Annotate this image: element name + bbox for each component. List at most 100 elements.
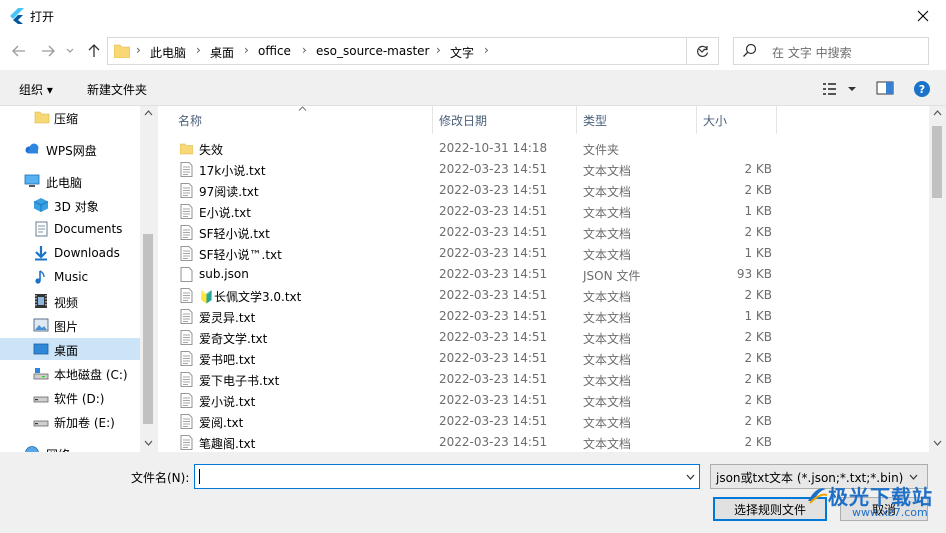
file-name: 97阅读.txt — [199, 185, 259, 199]
nav-item-network[interactable]: 网络 — [0, 442, 140, 452]
nav-item-wps-cloud[interactable]: WPS网盘 — [0, 138, 140, 160]
nav-item-desktop[interactable]: 桌面 — [0, 338, 140, 360]
nav-item-3d-objects[interactable]: 3D 对象 — [0, 194, 140, 216]
text-file-icon — [180, 162, 193, 177]
nav-item-videos[interactable]: 视频 — [0, 290, 140, 312]
list-item[interactable]: 97阅读.txt 2022-03-23 14:51 文本文档 2 KB — [172, 180, 772, 201]
arrow-left-icon — [12, 45, 25, 57]
column-header-name[interactable]: 名称 — [178, 112, 202, 129]
file-date: 2022-10-31 14:18 — [439, 141, 548, 155]
list-item[interactable]: 17k小说.txt 2022-03-23 14:51 文本文档 2 KB — [172, 159, 772, 180]
recent-locations-button[interactable] — [60, 41, 80, 61]
up-button[interactable] — [84, 41, 104, 61]
file-date: 2022-03-23 14:51 — [439, 183, 548, 197]
file-date: 2022-03-23 14:51 — [439, 330, 548, 344]
scroll-down-icon[interactable] — [144, 440, 153, 446]
view-options-icon[interactable] — [822, 80, 858, 98]
scroll-up-icon[interactable] — [933, 110, 942, 116]
preview-pane-icon[interactable] — [876, 80, 894, 96]
list-item[interactable]: 爱奇文学.txt 2022-03-23 14:51 文本文档 2 KB — [172, 327, 772, 348]
nav-item-drive-d[interactable]: 软件 (D:) — [0, 386, 140, 408]
watermark-logo-icon — [808, 488, 828, 504]
list-item[interactable]: sub.json 2022-03-23 14:51 JSON 文件 93 KB — [172, 264, 772, 285]
list-item[interactable]: 爱灵异.txt 2022-03-23 14:51 文本文档 1 KB — [172, 306, 772, 327]
file-icon — [180, 267, 193, 282]
downloads-icon — [35, 246, 47, 261]
back-button[interactable] — [9, 41, 29, 61]
nav-item-label: 本地磁盘 (C:) — [54, 368, 128, 382]
search-box[interactable]: 在 文字 中搜索 — [733, 37, 929, 65]
column-header-date[interactable]: 修改日期 — [439, 112, 487, 129]
nav-pane-scrollbar[interactable] — [140, 106, 157, 452]
nav-pane-scroll-thumb[interactable] — [143, 234, 153, 424]
file-type: 文本文档 — [583, 227, 632, 241]
file-date: 2022-03-23 14:51 — [439, 435, 548, 449]
nav-item-compress[interactable]: 压缩 — [0, 106, 140, 128]
scroll-down-icon[interactable] — [933, 440, 942, 446]
column-divider[interactable] — [776, 106, 777, 134]
breadcrumb-office[interactable]: office — [258, 44, 291, 58]
folder-icon — [180, 143, 193, 155]
nav-item-label: 桌面 — [54, 344, 79, 358]
nav-item-pictures[interactable]: 图片 — [0, 314, 140, 336]
organize-button[interactable]: 组织 ▾ — [19, 81, 53, 98]
list-item[interactable]: 爱阅.txt 2022-03-23 14:51 文本文档 2 KB — [172, 411, 772, 432]
close-icon — [917, 10, 929, 22]
list-item[interactable]: 笔趣阁.txt 2022-03-23 14:51 文本文档 2 KB — [172, 432, 772, 452]
scroll-up-icon[interactable] — [144, 110, 153, 116]
nav-item-label: 图片 — [54, 320, 79, 334]
file-name: 爱书吧.txt — [199, 353, 256, 367]
list-item[interactable]: 爱下电子书.txt 2022-03-23 14:51 文本文档 2 KB — [172, 369, 772, 390]
chevron-down-icon — [66, 48, 74, 53]
column-divider[interactable] — [576, 106, 577, 134]
file-name: 爱小说.txt — [199, 395, 256, 409]
column-divider[interactable] — [696, 106, 697, 134]
list-item[interactable]: 爱小说.txt 2022-03-23 14:51 文本文档 2 KB — [172, 390, 772, 411]
nav-item-drive-e[interactable]: 新加卷 (E:) — [0, 410, 140, 432]
breadcrumb-this-pc[interactable]: 此电脑 — [150, 44, 186, 61]
new-folder-button[interactable]: 新建文件夹 — [87, 81, 147, 98]
column-header-type[interactable]: 类型 — [583, 112, 607, 129]
nav-item-this-pc[interactable]: 此电脑 — [0, 170, 140, 192]
list-item[interactable]: 爱书吧.txt 2022-03-23 14:51 文本文档 2 KB — [172, 348, 772, 369]
nav-item-downloads[interactable]: Downloads — [0, 242, 140, 264]
file-list-scroll-thumb[interactable] — [932, 126, 942, 198]
nav-item-documents[interactable]: Documents — [0, 218, 140, 240]
breadcrumb-separator: › — [244, 43, 249, 57]
chevron-down-icon[interactable] — [686, 474, 695, 480]
list-item[interactable]: SF轻小说.txt 2022-03-23 14:51 文本文档 2 KB — [172, 222, 772, 243]
list-item[interactable]: SF轻小说™.txt 2022-03-23 14:51 文本文档 1 KB — [172, 243, 772, 264]
breadcrumb-eso-source-master[interactable]: eso_source-master — [316, 44, 429, 58]
nav-item-label: Documents — [54, 222, 123, 236]
close-button[interactable] — [900, 0, 946, 32]
list-item[interactable]: E小说.txt 2022-03-23 14:51 文本文档 1 KB — [172, 201, 772, 222]
refresh-button[interactable] — [686, 38, 718, 64]
breadcrumb-current[interactable]: 文字 — [450, 44, 474, 61]
file-type: 文本文档 — [583, 311, 632, 325]
file-list-scrollbar[interactable] — [929, 106, 946, 452]
column-divider[interactable] — [432, 106, 433, 134]
text-file-icon — [180, 351, 193, 366]
file-date: 2022-03-23 14:51 — [439, 204, 548, 218]
title-bar: 打开 — [0, 0, 946, 32]
list-item[interactable]: 🔰长佩文学3.0.txt 2022-03-23 14:51 文本文档 2 KB — [172, 285, 772, 306]
file-name: SF轻小说™.txt — [199, 248, 282, 262]
help-button[interactable]: ? — [914, 81, 930, 97]
filename-input[interactable] — [194, 464, 700, 489]
search-icon — [743, 43, 757, 57]
nav-item-music[interactable]: Music — [0, 266, 140, 288]
file-name: 爱灵异.txt — [199, 311, 256, 325]
folder-icon — [34, 111, 50, 124]
file-date: 2022-03-23 14:51 — [439, 162, 548, 176]
file-name: 17k小说.txt — [199, 164, 266, 178]
nav-item-label: 视频 — [54, 296, 79, 310]
file-name: sub.json — [199, 267, 249, 281]
list-item[interactable]: 失效 2022-10-31 14:18 文件夹 — [172, 138, 772, 159]
arrow-right-icon — [42, 45, 55, 57]
column-header-size[interactable]: 大小 — [703, 112, 727, 129]
nav-item-drive-c[interactable]: 本地磁盘 (C:) — [0, 362, 140, 384]
file-type: 文本文档 — [583, 353, 632, 367]
address-bar[interactable]: › 此电脑 › 桌面 › office › eso_source-master … — [107, 37, 719, 65]
breadcrumb-desktop[interactable]: 桌面 — [210, 44, 234, 61]
forward-button[interactable] — [38, 41, 58, 61]
